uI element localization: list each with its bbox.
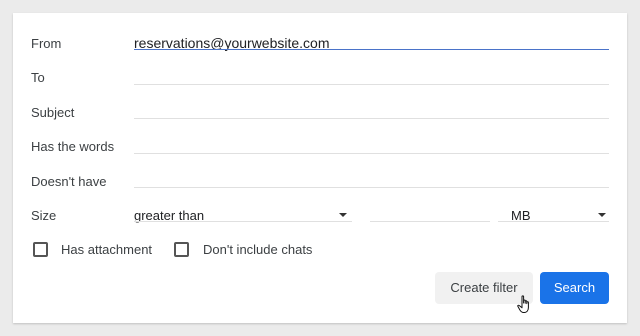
search-button[interactable]: Search bbox=[540, 272, 609, 304]
search-filter-panel: From reservations@yourwebsite.com To Sub… bbox=[13, 13, 627, 323]
chevron-down-icon bbox=[339, 213, 347, 217]
subject-input[interactable] bbox=[134, 118, 609, 119]
size-operator-underline bbox=[134, 221, 352, 222]
doesnt-have-label: Doesn't have bbox=[31, 174, 107, 189]
has-attachment-label: Has attachment bbox=[61, 242, 153, 257]
size-unit-underline bbox=[498, 221, 609, 222]
size-value-input[interactable] bbox=[370, 221, 490, 222]
dont-include-chats-label: Don't include chats bbox=[203, 242, 313, 257]
has-words-label: Has the words bbox=[31, 139, 115, 154]
from-label: From bbox=[31, 36, 62, 51]
chevron-down-icon bbox=[598, 213, 606, 217]
subject-label: Subject bbox=[31, 105, 75, 120]
size-label: Size bbox=[31, 208, 57, 223]
has-attachment-checkbox[interactable] bbox=[33, 242, 48, 257]
hand-pointer-icon bbox=[517, 295, 529, 313]
dont-include-chats-checkbox[interactable] bbox=[174, 242, 189, 257]
to-input[interactable] bbox=[134, 84, 609, 85]
from-underline bbox=[134, 49, 609, 50]
doesnt-have-input[interactable] bbox=[134, 187, 609, 188]
has-words-input[interactable] bbox=[134, 153, 609, 154]
to-label: To bbox=[31, 70, 45, 85]
